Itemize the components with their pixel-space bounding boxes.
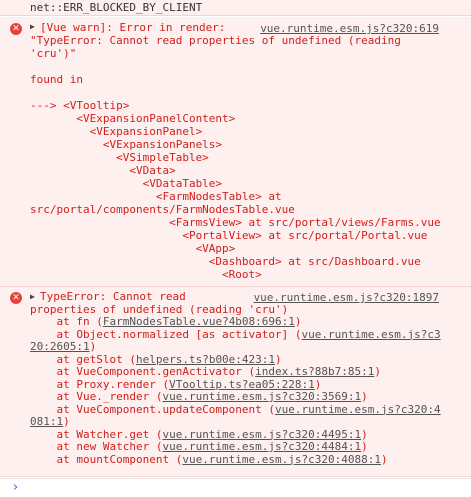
frame-text: ): [89, 340, 97, 353]
stack-frame: 20:2605:1): [30, 340, 96, 353]
frame-source-link[interactable]: FarmNodesTable.vue?4b08:696:1: [103, 315, 295, 328]
stack-frame: 081:1): [30, 415, 70, 428]
console-error-entry[interactable]: ✕ ▶ vue.runtime.esm.js?c320:1897 TypeErr…: [0, 287, 471, 477]
message-line: <FarmsView> at src/portal/views/Farms.vu…: [30, 216, 441, 229]
frame-source-link[interactable]: vue.runtime.esm.js?c320:4495:1: [162, 428, 361, 441]
expand-triangle-icon[interactable]: ▶: [30, 292, 35, 301]
frame-source-link[interactable]: helpers.ts?b00e:423:1: [136, 353, 275, 366]
message-line: <FarmNodesTable> at: [30, 190, 282, 203]
frame-text: ): [63, 415, 70, 428]
network-error-message: net::ERR_BLOCKED_BY_CLIENT: [0, 0, 471, 16]
frame-text: ): [374, 365, 382, 378]
message-line: <Dashboard> at src/Dashboard.vue: [30, 255, 421, 268]
frame-text: at getSlot (: [30, 352, 136, 366]
frame-text: at VueComponent.genActivator (: [30, 365, 256, 378]
message-line: <VExpansionPanel>: [30, 125, 203, 138]
message-line: found in: [30, 73, 83, 86]
message-line: <VSimpleTable>: [30, 151, 209, 164]
frame-text: ): [361, 440, 368, 453]
message-line: <VExpansionPanelContent>: [30, 112, 236, 125]
stack-frame: at Object.normalized [as activator] (vue…: [30, 327, 441, 341]
frame-text: ): [361, 427, 368, 441]
stack-frame: at getSlot (helpers.ts?b00e:423:1): [30, 352, 282, 366]
message-line: src/portal/components/FarmNodesTable.vue: [30, 203, 295, 216]
stack-frame: at Watcher.get (vue.runtime.esm.js?c320:…: [30, 427, 368, 441]
message-line: <VDataTable>: [30, 177, 223, 190]
frame-source-link[interactable]: vue.runtime.esm.js?c320:4088:1: [182, 453, 381, 466]
frame-source-link[interactable]: VTooltip.ts?ea05:228:1: [169, 378, 315, 391]
message-line: 'cru')": [30, 47, 77, 60]
stack-frame: at Proxy.render (VTooltip.ts?ea05:228:1): [30, 378, 321, 391]
message-line: <PortalView> at src/portal/Portal.vue: [30, 229, 428, 242]
frame-source-link[interactable]: vue.runtime.esm.js?c320:3569:1: [162, 390, 361, 403]
console-input[interactable]: [30, 481, 460, 495]
frame-text: at new Watcher (: [30, 440, 163, 453]
stack-frame: at VueComponent.genActivator (index.ts?8…: [30, 365, 381, 378]
console-error-entry[interactable]: ✕ ▶ vue.runtime.esm.js?c320:619 [Vue war…: [0, 17, 471, 287]
error-icon: ✕: [10, 292, 22, 304]
stack-frame: at VueComponent.updateComponent (vue.run…: [30, 402, 441, 416]
message-line: ---> <VTooltip>: [30, 99, 130, 112]
message-line: <VExpansionPanels>: [30, 138, 223, 151]
error-icon: ✕: [10, 23, 22, 35]
frame-text: ): [275, 352, 282, 366]
frame-source-link[interactable]: 20:2605:1: [30, 340, 90, 353]
message-line: <Root>: [30, 268, 262, 281]
frame-source-link[interactable]: index.ts?88b7:85:1: [255, 365, 374, 378]
expand-triangle-icon[interactable]: ▶: [30, 22, 35, 31]
chevron-right-icon: ›: [13, 480, 19, 495]
frame-text: at VueComponent.updateComponent (: [30, 402, 276, 416]
devtools-console: net::ERR_BLOCKED_BY_CLIENT ✕ ▶ vue.runti…: [0, 0, 471, 497]
frame-text: properties of undefined (reading 'cru'): [30, 302, 289, 316]
frame-text: at mountComponent (: [30, 452, 183, 466]
frame-source-link[interactable]: vue.runtime.esm.js?c320:4484:1: [162, 440, 361, 453]
stack-frame: at mountComponent (vue.runtime.esm.js?c3…: [30, 452, 388, 466]
frame-source-link[interactable]: vue.runtime.esm.js?c320:4: [275, 403, 441, 416]
frame-text: ): [314, 377, 322, 391]
frame-text: at Object.normalized [as activator] (: [30, 327, 302, 341]
frame-source-link[interactable]: 081:1: [30, 415, 63, 428]
message-line: <VData>: [30, 164, 176, 177]
frame-text: at fn (: [30, 315, 103, 328]
frame-text: ): [361, 390, 368, 403]
frame-source-link[interactable]: vue.runtime.esm.js?c3: [302, 328, 441, 341]
frame-text: TypeError: Cannot read: [40, 290, 186, 303]
frame-text: at Vue._render (: [30, 390, 163, 403]
frame-text: at Proxy.render (: [30, 377, 170, 391]
console-prompt[interactable]: ›: [0, 478, 471, 497]
message-line: <VApp>: [30, 242, 236, 255]
frame-text: ): [381, 452, 388, 466]
message-line: "TypeError: Cannot read properties of un…: [30, 34, 401, 47]
stack-frame: TypeError: Cannot read: [40, 290, 186, 303]
message-line: [Vue warn]: Error in render:: [40, 21, 226, 34]
stack-frame: properties of undefined (reading 'cru'): [30, 303, 288, 316]
frame-text: ): [294, 315, 302, 328]
stack-frame: at Vue._render (vue.runtime.esm.js?c320:…: [30, 390, 368, 403]
stack-frame: at new Watcher (vue.runtime.esm.js?c320:…: [30, 440, 368, 453]
frame-text: at Watcher.get (: [30, 427, 163, 441]
stack-frame: at fn (FarmNodesTable.vue?4b08:696:1): [30, 315, 302, 328]
